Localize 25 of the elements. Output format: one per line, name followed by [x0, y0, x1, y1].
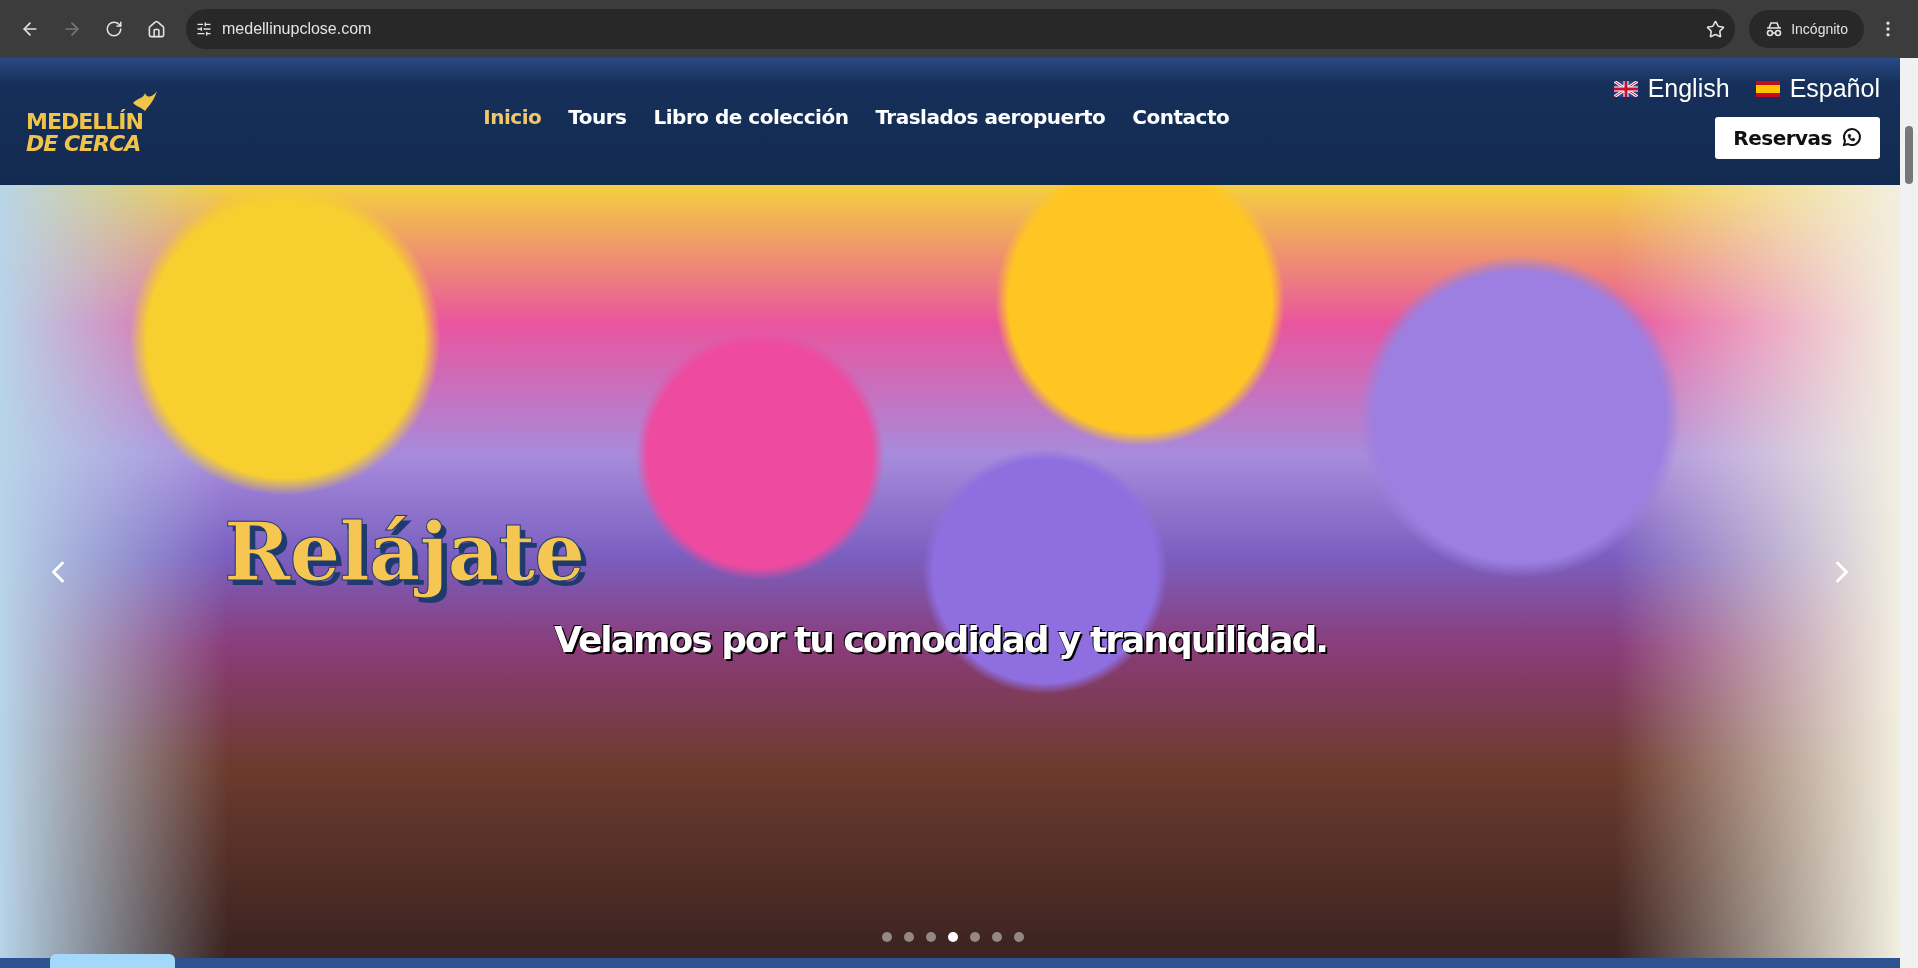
url-text: medellinupclose.com	[222, 20, 373, 38]
slide-indicator[interactable]	[948, 932, 958, 942]
site-settings-icon[interactable]	[196, 21, 212, 37]
nav-link[interactable]: Libro de colección	[653, 104, 849, 129]
nav-link[interactable]: Traslados aeropuerto	[875, 104, 1106, 129]
slide-title: Relájate	[224, 505, 586, 599]
nav-link[interactable]: Contacto	[1132, 104, 1230, 129]
incognito-button[interactable]: Incógnito	[1749, 10, 1864, 48]
language-link[interactable]: English	[1613, 74, 1730, 103]
incognito-icon	[1765, 21, 1784, 37]
slide-subtitle: Velamos por tu comodidad y tranquilidad.	[554, 619, 1327, 660]
reservations-button[interactable]: Reservas	[1715, 117, 1880, 159]
site-logo[interactable]: MEDELLÍN DE CERCA	[26, 88, 159, 155]
language-link[interactable]: Español	[1755, 74, 1880, 103]
reload-icon[interactable]	[105, 20, 123, 38]
bookmark-star-icon[interactable]	[1706, 19, 1726, 39]
spain-flag-icon	[1755, 80, 1780, 97]
scrollbar-thumb[interactable]	[1905, 126, 1913, 184]
uk-flag-icon	[1613, 80, 1638, 97]
nav-link[interactable]: Inicio	[483, 104, 542, 129]
scrollbar[interactable]	[1900, 58, 1918, 968]
whatsapp-icon	[1840, 127, 1862, 149]
home-icon[interactable]	[146, 19, 166, 39]
address-bar[interactable]: medellinupclose.com	[186, 9, 1736, 49]
nav-link[interactable]: Tours	[568, 104, 627, 129]
